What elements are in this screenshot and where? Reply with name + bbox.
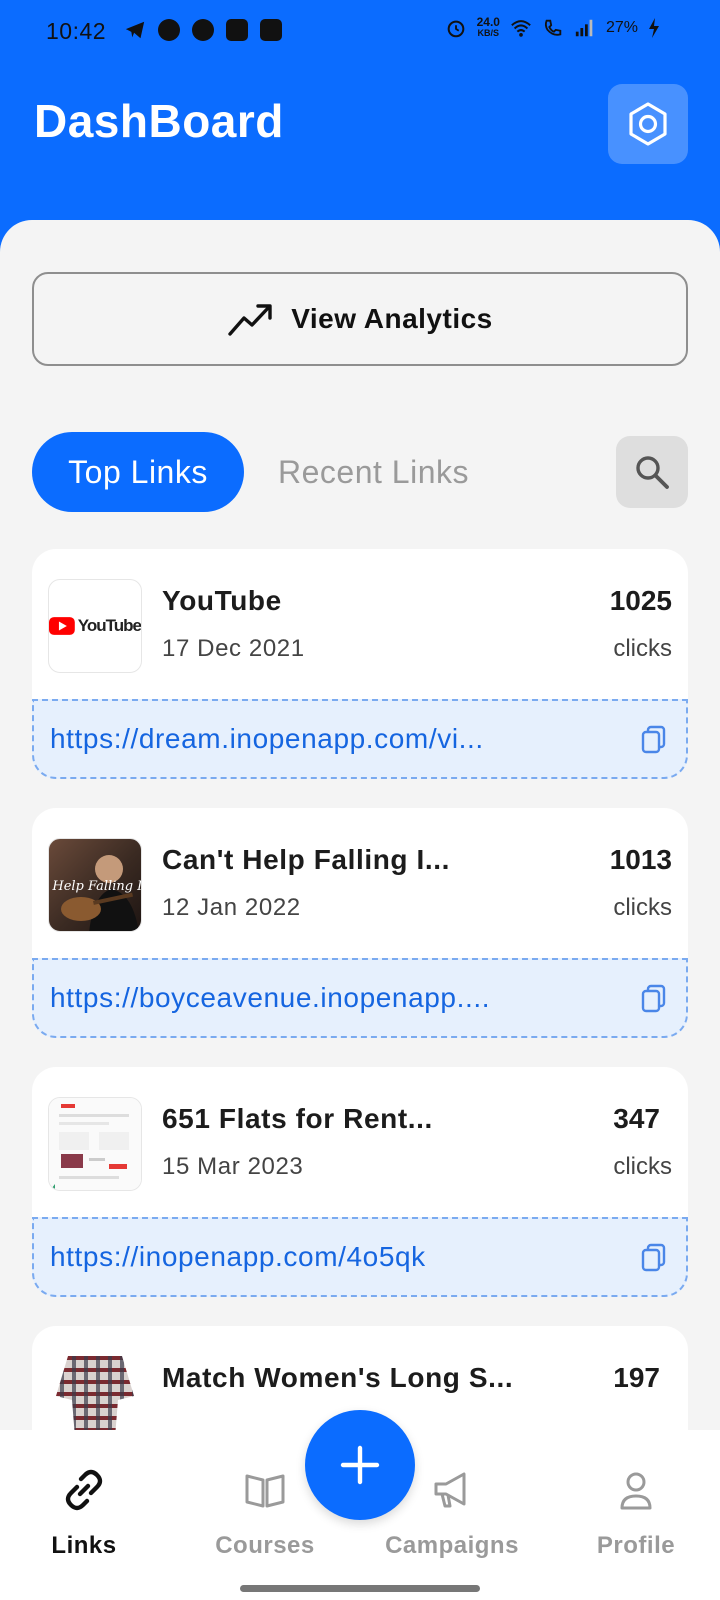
link-url-bar[interactable]: https://dream.inopenapp.com/vi... (32, 699, 688, 779)
telegram-icon (125, 21, 145, 39)
link-url[interactable]: https://inopenapp.com/4o5qk (50, 1241, 426, 1273)
nav-profile-label: Profile (596, 1532, 676, 1559)
youtube-logo-icon (49, 617, 75, 635)
megaphone-icon (426, 1464, 478, 1516)
copy-icon[interactable] (640, 984, 668, 1014)
nav-links-label: Links (51, 1532, 117, 1559)
view-analytics-label: View Analytics (291, 303, 493, 334)
battery-percentage: 27% (605, 19, 638, 36)
add-link-button[interactable] (305, 1410, 415, 1520)
link-url[interactable]: https://boyceavenue.inopenapp.... (50, 982, 490, 1014)
nav-campaigns-label: Campaigns (385, 1532, 519, 1559)
link-title: 651 Flats for Rent... (162, 1103, 433, 1134)
alarm-icon (447, 20, 464, 38)
tab-recent-links[interactable]: Recent Links (278, 432, 469, 512)
link-clicks: 347 (613, 1103, 660, 1134)
page-title: DashBoard (34, 95, 284, 147)
settings-button[interactable] (608, 84, 688, 164)
link-title: YouTube (162, 585, 282, 616)
status-bar: 10:42 24.0 KB/S 27% (0, 0, 720, 64)
youtube-logo-text: YouTube (77, 616, 141, 635)
signal-icon (575, 19, 593, 37)
trending-up-icon (228, 304, 272, 336)
nav-profile[interactable]: Profile (566, 1430, 706, 1570)
link-card[interactable]: YouTube YouTube 17 Dec 2021 1025 clicks … (32, 549, 688, 779)
home-indicator[interactable] (240, 1585, 480, 1592)
notification-icons (124, 19, 282, 41)
hexagon-settings-icon (629, 102, 667, 146)
search-icon (636, 456, 669, 489)
book-open-icon (239, 1464, 291, 1516)
link-title: Can't Help Falling I... (162, 844, 451, 875)
copy-icon[interactable] (640, 1243, 668, 1273)
link-clicks: 1013 (609, 844, 672, 875)
plus-icon (340, 1445, 380, 1485)
app-notification-icon (192, 19, 214, 41)
system-icons: 24.0 KB/S 27% (445, 15, 660, 39)
link-thumbnail (48, 1097, 142, 1191)
network-speed: 24.0 KB/S (476, 15, 500, 38)
app-notification-icon (226, 19, 248, 41)
user-icon (610, 1464, 662, 1516)
link-date: 12 Jan 2022 (162, 894, 301, 921)
wifi-calling-icon (544, 19, 562, 36)
whatsapp-icon (158, 19, 180, 41)
link-clicks-label: clicks (613, 635, 672, 662)
link-clicks: 1025 (609, 585, 672, 616)
link-url-bar[interactable]: https://boyceavenue.inopenapp.... (32, 958, 688, 1038)
link-title: Match Women's Long S... (162, 1362, 514, 1393)
webpage-screenshot-thumbnail (49, 1098, 141, 1190)
link-clicks: 197 (613, 1362, 660, 1393)
link-date: 15 Mar 2023 (162, 1153, 304, 1180)
link-clicks-label: clicks (613, 894, 672, 921)
wifi-icon (511, 20, 531, 37)
thumbnail-caption: t Help Falling In (49, 879, 142, 894)
link-url[interactable]: https://dream.inopenapp.com/vi... (50, 723, 484, 755)
nav-courses-label: Courses (215, 1532, 315, 1559)
search-button[interactable] (616, 436, 688, 508)
app-notification-icon (260, 19, 282, 41)
charging-icon (649, 18, 659, 38)
view-analytics-button[interactable]: View Analytics (32, 272, 688, 366)
links-tabs: Top Links Recent Links (32, 432, 688, 512)
nav-links[interactable]: Links (14, 1430, 154, 1570)
status-time: 10:42 (46, 18, 107, 44)
link-url-bar[interactable]: https://inopenapp.com/4o5qk (32, 1217, 688, 1297)
link-date: 17 Dec 2021 (162, 635, 305, 662)
link-thumbnail: t Help Falling In (48, 838, 142, 932)
link-icon (58, 1464, 110, 1516)
tab-top-links[interactable]: Top Links (32, 432, 244, 512)
link-clicks-label: clicks (613, 1153, 672, 1180)
content-sheet: View Analytics Top Links Recent Links Yo… (0, 220, 720, 1600)
link-card[interactable]: 651 Flats for Rent... 15 Mar 2023 347 cl… (32, 1067, 688, 1297)
link-card[interactable]: t Help Falling In Can't Help Falling I..… (32, 808, 688, 1038)
copy-icon[interactable] (640, 725, 668, 755)
link-thumbnail: YouTube (48, 579, 142, 673)
